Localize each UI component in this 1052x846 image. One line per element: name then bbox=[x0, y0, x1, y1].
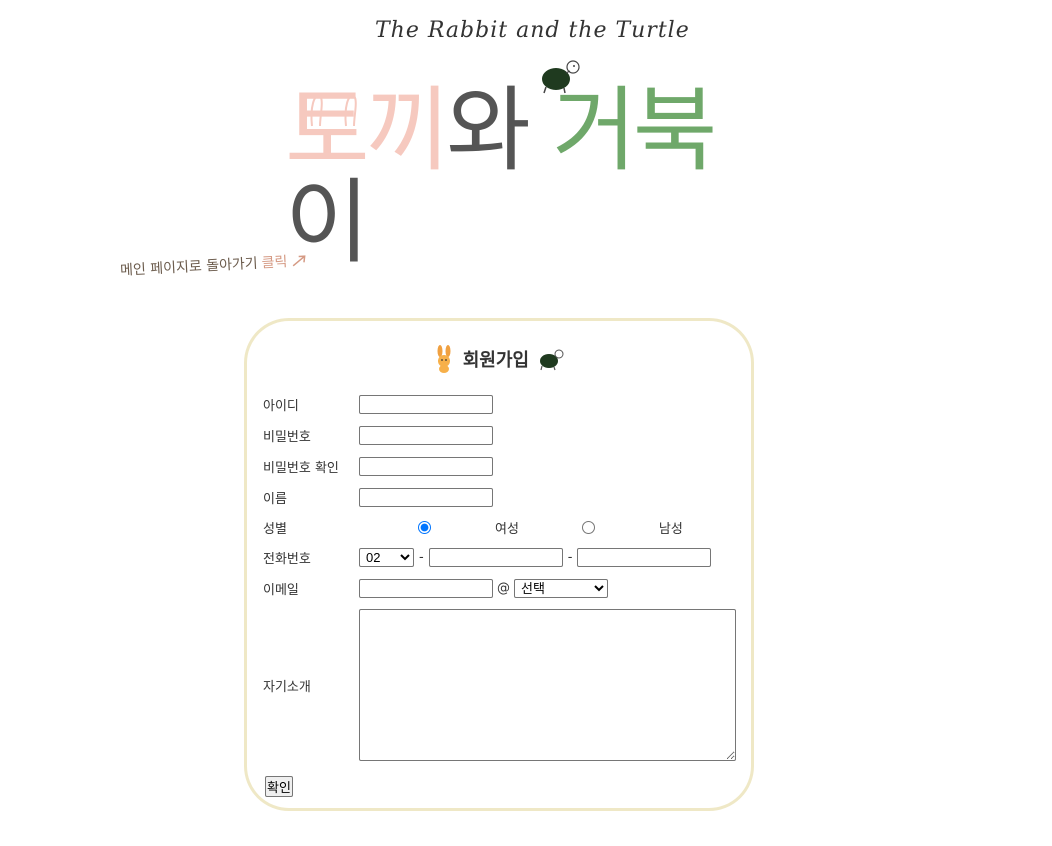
phone-separator: - bbox=[419, 550, 424, 565]
gender-female-label: 여성 bbox=[495, 522, 519, 537]
phone-area-select[interactable]: 02 bbox=[359, 548, 414, 567]
password-row: 비밀번호 bbox=[263, 426, 493, 445]
gender-row: 성별 여성 남성 bbox=[263, 518, 683, 537]
rabbit-icon bbox=[437, 345, 451, 373]
logo-title-turtle: 거북 bbox=[552, 77, 717, 184]
id-input[interactable] bbox=[359, 395, 493, 414]
password-confirm-row: 비밀번호 확인 bbox=[263, 457, 493, 476]
intro-textarea[interactable] bbox=[359, 609, 736, 761]
password-confirm-input[interactable] bbox=[359, 457, 493, 476]
back-link-click: 클릭 bbox=[261, 254, 288, 272]
phone-row: 전화번호 02 - - bbox=[263, 548, 712, 567]
email-id-input[interactable] bbox=[359, 579, 493, 598]
logo-title: 토끼와 거북이 bbox=[285, 85, 730, 269]
phone-separator: - bbox=[567, 550, 573, 565]
back-to-main-link[interactable]: 메인 페이지로 돌아가기 클릭 bbox=[120, 250, 308, 280]
site-logo: The Rabbit and the Turtle 토끼와 거북이 bbox=[270, 10, 730, 269]
email-at: @ bbox=[497, 581, 510, 596]
phone-last-input[interactable] bbox=[577, 548, 712, 567]
logo-title-rabbit: 토끼 bbox=[285, 77, 450, 184]
name-label: 이름 bbox=[263, 492, 287, 507]
id-row: 아이디 bbox=[263, 395, 493, 414]
phone-label: 전화번호 bbox=[263, 552, 311, 567]
logo-subtitle: The Rabbit and the Turtle bbox=[375, 18, 690, 43]
password-input[interactable] bbox=[359, 426, 493, 445]
gender-options: 여성 남성 bbox=[359, 518, 683, 537]
password-label: 비밀번호 bbox=[263, 430, 311, 445]
back-link-text: 메인 페이지로 돌아가기 bbox=[119, 255, 259, 279]
password-confirm-label: 비밀번호 확인 bbox=[263, 461, 339, 476]
intro-label: 자기소개 bbox=[263, 679, 311, 695]
turtle-icon bbox=[540, 349, 564, 371]
id-label: 아이디 bbox=[263, 399, 299, 414]
email-label: 이메일 bbox=[263, 583, 299, 598]
name-row: 이름 bbox=[263, 488, 493, 507]
arrow-up-right-icon bbox=[293, 255, 306, 267]
intro-row: 자기소개 bbox=[263, 609, 736, 761]
gender-label: 성별 bbox=[263, 522, 287, 537]
email-domain-select[interactable]: 선택 bbox=[514, 579, 608, 598]
gender-male-radio[interactable] bbox=[581, 521, 595, 534]
form-header: 회원가입 bbox=[247, 345, 751, 373]
name-input[interactable] bbox=[359, 488, 493, 507]
logo-title-wa: 와 bbox=[446, 77, 531, 184]
email-row: 이메일 @ 선택 bbox=[263, 579, 608, 598]
gender-male-label: 남성 bbox=[658, 522, 683, 537]
signup-form-card: 회원가입 아이디 비밀번호 비밀번호 확인 이름 성별 여성 남성 전화번호 0… bbox=[244, 318, 754, 811]
submit-button[interactable]: 확인 bbox=[265, 776, 293, 797]
phone-middle-input[interactable] bbox=[428, 548, 563, 567]
form-title: 회원가입 bbox=[462, 350, 530, 371]
gender-female-radio[interactable] bbox=[418, 521, 431, 534]
